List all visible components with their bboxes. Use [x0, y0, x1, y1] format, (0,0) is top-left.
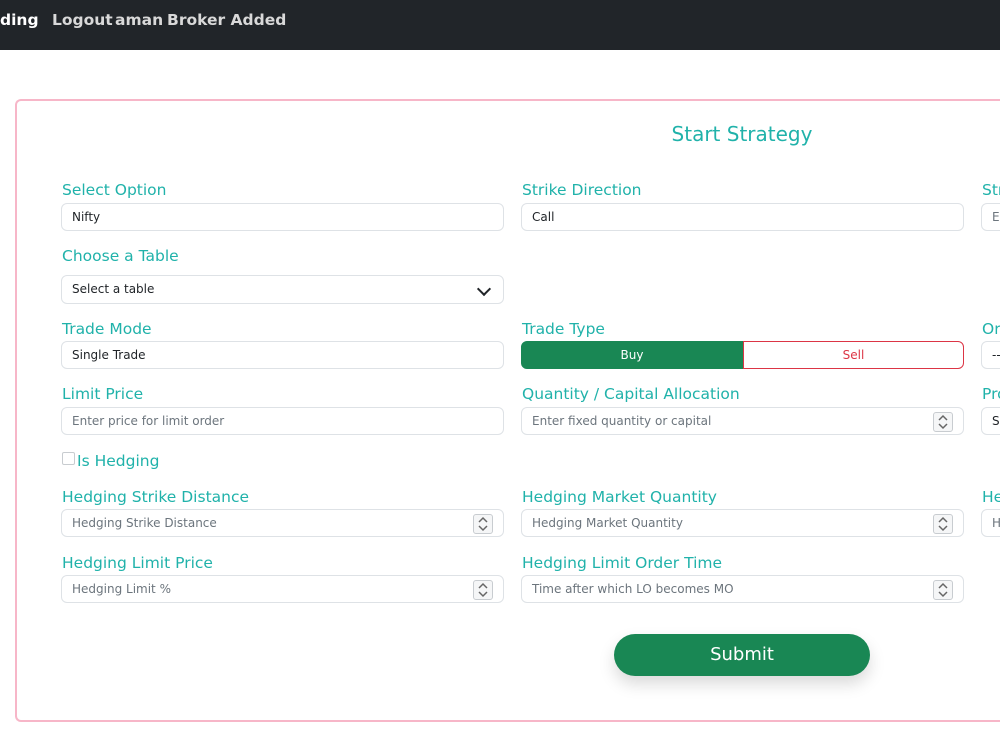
- hedging-limit-price-placeholder: Hedging Limit %: [72, 582, 171, 596]
- spinner-arrows-icon[interactable]: [473, 514, 493, 534]
- hedging-market-quantity-placeholder: Hedging Market Quantity: [532, 516, 683, 530]
- col3-row3-select[interactable]: --: [981, 341, 1000, 369]
- col3-row5-label: He: [982, 488, 1000, 506]
- col3-row3-value: --: [992, 348, 1000, 362]
- select-option-label: Select Option: [62, 181, 167, 199]
- select-option-value: Nifty: [72, 210, 101, 224]
- col3-row1-label: Str: [982, 181, 1000, 199]
- submit-button[interactable]: Submit: [614, 634, 870, 676]
- col3-row4-label: Pro: [982, 385, 1000, 403]
- user-name-link[interactable]: aman: [115, 11, 163, 29]
- hedging-limit-price-input[interactable]: Hedging Limit %: [61, 575, 504, 603]
- quantity-label: Quantity / Capital Allocation: [522, 385, 740, 403]
- hedging-strike-distance-placeholder: Hedging Strike Distance: [72, 516, 217, 530]
- limit-price-placeholder: Enter price for limit order: [72, 414, 225, 428]
- select-option-input[interactable]: Nifty: [61, 203, 504, 231]
- trade-mode-value: Single Trade: [72, 348, 146, 362]
- choose-table-select[interactable]: Select a table: [61, 275, 504, 304]
- col3-row5-placeholder: H: [992, 516, 1000, 530]
- brand-logo[interactable]: ding: [0, 11, 39, 29]
- col3-row3-label: Or: [982, 320, 1000, 338]
- hedging-limit-order-time-input[interactable]: Time after which LO becomes MO: [521, 575, 964, 603]
- quantity-placeholder: Enter fixed quantity or capital: [532, 414, 712, 428]
- sell-button[interactable]: Sell: [743, 341, 964, 369]
- chevron-down-icon: [476, 281, 492, 297]
- top-navbar: ding Logout aman Broker Added: [0, 0, 1000, 50]
- col3-row1-placeholder: Er: [992, 210, 1000, 224]
- logout-link[interactable]: Logout: [52, 11, 113, 29]
- buy-button[interactable]: Buy: [521, 341, 743, 369]
- is-hedging-label: Is Hedging: [77, 452, 160, 470]
- spinner-arrows-icon[interactable]: [473, 580, 493, 600]
- strike-direction-input[interactable]: Call: [521, 203, 964, 231]
- spinner-arrows-icon[interactable]: [933, 514, 953, 534]
- hedging-strike-distance-input[interactable]: Hedging Strike Distance: [61, 509, 504, 537]
- limit-price-input[interactable]: Enter price for limit order: [61, 407, 504, 435]
- spinner-arrows-icon[interactable]: [933, 580, 953, 600]
- spinner-arrows-icon[interactable]: [933, 412, 953, 432]
- col3-row1-input[interactable]: Er: [981, 203, 1000, 231]
- hedging-limit-order-time-label: Hedging Limit Order Time: [522, 554, 723, 572]
- quantity-input[interactable]: Enter fixed quantity or capital: [521, 407, 964, 435]
- choose-table-value: Select a table: [72, 282, 155, 296]
- form-title: Start Strategy: [671, 122, 813, 146]
- strike-direction-label: Strike Direction: [522, 181, 642, 199]
- hedging-limit-order-time-placeholder: Time after which LO becomes MO: [532, 582, 734, 596]
- limit-price-label: Limit Price: [62, 385, 144, 403]
- hedging-market-quantity-label: Hedging Market Quantity: [522, 488, 717, 506]
- trade-mode-input[interactable]: Single Trade: [61, 341, 504, 369]
- is-hedging-checkbox[interactable]: [62, 452, 75, 465]
- hedging-limit-price-label: Hedging Limit Price: [62, 554, 213, 572]
- trade-type-label: Trade Type: [522, 320, 605, 338]
- broker-status-link[interactable]: Broker Added: [167, 11, 286, 29]
- trade-mode-label: Trade Mode: [62, 320, 152, 338]
- col3-row4-value: Se: [992, 414, 1000, 428]
- col3-row5-input[interactable]: H: [981, 509, 1000, 537]
- strike-direction-value: Call: [532, 210, 555, 224]
- choose-table-label: Choose a Table: [62, 247, 179, 265]
- hedging-strike-distance-label: Hedging Strike Distance: [62, 488, 250, 506]
- hedging-market-quantity-input[interactable]: Hedging Market Quantity: [521, 509, 964, 537]
- col3-row4-select[interactable]: Se: [981, 407, 1000, 435]
